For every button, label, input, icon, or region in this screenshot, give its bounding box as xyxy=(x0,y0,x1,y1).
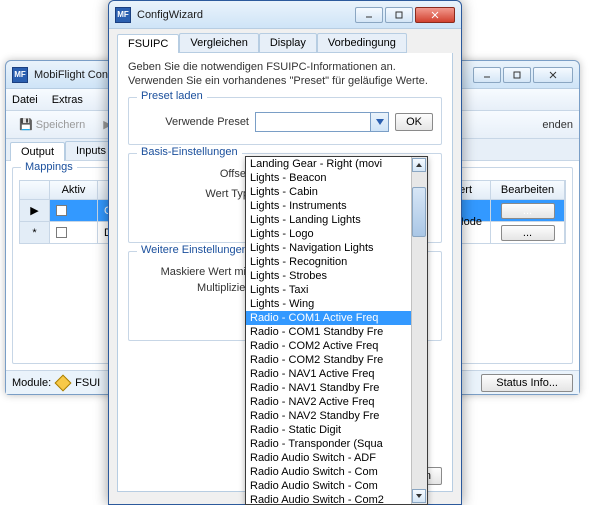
mappings-label: Mappings xyxy=(21,161,77,173)
dropdown-item[interactable]: Lights - Cabin xyxy=(246,185,411,199)
row-selector-icon: ▶ xyxy=(30,204,38,217)
close-button[interactable] xyxy=(415,7,455,23)
status-info-button[interactable]: Status Info... xyxy=(481,374,573,392)
tab-vorbedingung[interactable]: Vorbedingung xyxy=(317,33,407,53)
maximize-button[interactable] xyxy=(385,7,413,23)
dropdown-item[interactable]: Radio - NAV2 Standby Fre xyxy=(246,409,411,423)
dropdown-item[interactable]: Radio - Static Digit xyxy=(246,423,411,437)
row-new-icon: * xyxy=(32,227,36,239)
dropdown-item[interactable]: Lights - Landing Lights xyxy=(246,213,411,227)
col-aktiv[interactable]: Aktiv xyxy=(50,181,98,199)
dropdown-item[interactable]: Lights - Instruments xyxy=(246,199,411,213)
dropdown-item[interactable]: Radio - COM1 Active Freq xyxy=(246,311,411,325)
dialog-description: Geben Sie die notwendigen FSUIPC-Informa… xyxy=(128,61,442,89)
tab-vergleichen[interactable]: Vergleichen xyxy=(179,33,259,53)
save-button[interactable]: 💾 Speichern xyxy=(12,115,92,134)
tab-fsuipc[interactable]: FSUIPC xyxy=(117,34,179,54)
save-label: Speichern xyxy=(36,119,86,131)
offset-label: Offset xyxy=(137,168,249,180)
checkbox[interactable] xyxy=(56,205,67,216)
dropdown-item[interactable]: Radio Audio Switch - Com xyxy=(246,479,411,493)
app-icon: MF xyxy=(115,7,131,23)
maskiere-label: Maskiere Wert mit xyxy=(137,266,249,278)
werttyp-label: Wert Typ xyxy=(137,188,249,200)
app-icon: MF xyxy=(12,67,28,83)
truncated-enden: enden xyxy=(542,119,573,131)
status-fsuipc: FSUI xyxy=(75,377,100,389)
scroll-thumb[interactable] xyxy=(412,187,426,237)
minimize-button[interactable] xyxy=(473,67,501,83)
dropdown-item[interactable]: Radio - COM2 Standby Fre xyxy=(246,353,411,367)
dropdown-item[interactable]: Landing Gear - Right (movi xyxy=(246,157,411,171)
dialog-titlebar[interactable]: MF ConfigWizard xyxy=(109,1,461,29)
dialog-tabs: FSUIPC Vergleichen Display Vorbedingung xyxy=(109,29,461,53)
save-icon: 💾 xyxy=(19,118,33,131)
dropdown-item[interactable]: Lights - Strobes xyxy=(246,269,411,283)
minimize-button[interactable] xyxy=(355,7,383,23)
multiplizier-label: Multiplizier xyxy=(137,282,249,294)
dropdown-item[interactable]: Radio - Transponder (Squa xyxy=(246,437,411,451)
preset-dropdown-list[interactable]: Landing Gear - Right (moviLights - Beaco… xyxy=(245,156,428,505)
dropdown-item[interactable]: Radio Audio Switch - ADF xyxy=(246,451,411,465)
dropdown-item[interactable]: Radio - NAV1 Standby Fre xyxy=(246,381,411,395)
menu-datei[interactable]: Datei xyxy=(12,94,38,106)
preset-ok-button[interactable]: OK xyxy=(395,113,433,131)
preset-group: Preset laden Verwende Preset OK xyxy=(128,97,442,145)
close-button[interactable] xyxy=(533,67,573,83)
menu-extras[interactable]: Extras xyxy=(52,94,83,106)
dropdown-item[interactable]: Lights - Recognition xyxy=(246,255,411,269)
dropdown-item[interactable]: Lights - Taxi xyxy=(246,283,411,297)
warning-icon xyxy=(55,374,72,391)
maximize-button[interactable] xyxy=(503,67,531,83)
preset-combobox[interactable] xyxy=(255,112,389,132)
edit-button[interactable]: ... xyxy=(501,203,555,219)
dropdown-item[interactable]: Radio - NAV2 Active Freq xyxy=(246,395,411,409)
tab-display[interactable]: Display xyxy=(259,33,317,53)
checkbox[interactable] xyxy=(56,227,67,238)
edit-button[interactable]: ... xyxy=(501,225,555,241)
dropdown-item[interactable]: Radio - NAV1 Active Freq xyxy=(246,367,411,381)
weitere-group-label: Weitere Einstellungen xyxy=(137,244,252,256)
dropdown-arrow-icon[interactable] xyxy=(370,113,388,131)
preset-group-label: Preset laden xyxy=(137,90,207,102)
dropdown-item[interactable]: Radio - COM2 Active Freq xyxy=(246,339,411,353)
scroll-up-button[interactable] xyxy=(412,158,426,172)
col-bearbeiten[interactable]: Bearbeiten xyxy=(491,181,565,199)
dropdown-item[interactable]: Radio Audio Switch - Com2 xyxy=(246,493,411,505)
dropdown-item[interactable]: Radio - COM1 Standby Fre xyxy=(246,325,411,339)
basis-group-label: Basis-Einstellungen xyxy=(137,146,242,158)
dropdown-item[interactable]: Lights - Logo xyxy=(246,227,411,241)
tab-output[interactable]: Output xyxy=(10,142,65,161)
scroll-down-button[interactable] xyxy=(412,489,426,503)
preset-label: Verwende Preset xyxy=(137,116,249,128)
dialog-title: ConfigWizard xyxy=(137,9,355,21)
dropdown-item[interactable]: Lights - Wing xyxy=(246,297,411,311)
status-module-label: Module: xyxy=(12,377,51,389)
dropdown-item[interactable]: Radio Audio Switch - Com xyxy=(246,465,411,479)
scrollbar[interactable] xyxy=(411,157,427,504)
dropdown-item[interactable]: Lights - Beacon xyxy=(246,171,411,185)
dropdown-item[interactable]: Lights - Navigation Lights xyxy=(246,241,411,255)
